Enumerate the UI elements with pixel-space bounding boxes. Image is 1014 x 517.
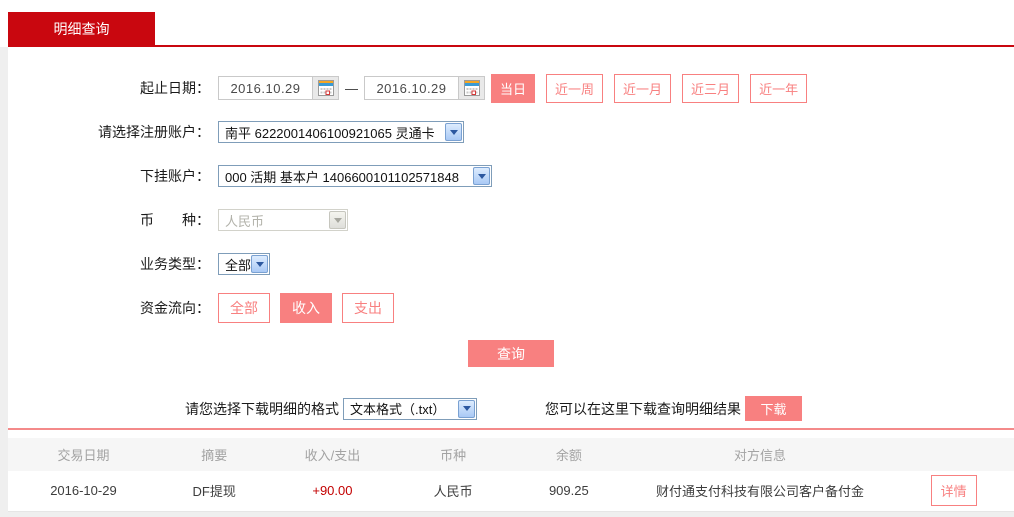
fund-flow-all-button[interactable]: 全部 bbox=[218, 293, 270, 323]
register-account-value: 南平 6222001406100921065 灵通卡 bbox=[225, 125, 435, 141]
register-account-label: 请选择注册账户： bbox=[98, 124, 210, 140]
table-top-divider bbox=[8, 428, 1014, 430]
quick-range-week-button[interactable]: 近一周 bbox=[546, 73, 604, 103]
page-left-gutter bbox=[0, 47, 8, 517]
quick-range-year-button[interactable]: 近一年 bbox=[750, 73, 808, 103]
chevron-down-icon[interactable] bbox=[473, 167, 490, 185]
download-format-label: 请您选择下载明细的格式 bbox=[185, 400, 339, 417]
table-header-actions bbox=[893, 438, 1014, 471]
download-hint: 您可以在这里下载查询明细结果 bbox=[545, 400, 741, 417]
query-panel: 起止日期： 2016.10.29 — 2016.10.29 当日 近一周 近一月… bbox=[8, 47, 1014, 512]
detail-button[interactable]: 详情 bbox=[930, 475, 977, 507]
cell-currency: 人民币 bbox=[395, 471, 511, 512]
cell-transaction-date: 2016-10-29 bbox=[8, 471, 159, 512]
calendar-icon bbox=[463, 80, 480, 96]
fund-flow-label: 资金流向： bbox=[140, 300, 210, 316]
quick-range-month-button[interactable]: 近一月 bbox=[614, 73, 672, 103]
end-date-input[interactable]: 2016.10.29 bbox=[364, 76, 485, 100]
tab-label: 明细查询 bbox=[53, 20, 110, 37]
cell-summary: DF提现 bbox=[158, 471, 270, 512]
sub-account-select[interactable]: 000 活期 基本户 1406600101102571848 bbox=[218, 165, 492, 187]
quick-range-quarter-button[interactable]: 近三月 bbox=[682, 73, 740, 103]
query-form: 起止日期： 2016.10.29 — 2016.10.29 当日 近一周 近一月… bbox=[8, 47, 1014, 421]
calendar-icon bbox=[317, 80, 334, 96]
table-header-balance: 余额 bbox=[510, 438, 627, 471]
download-format-select[interactable]: 文本格式（.txt） bbox=[343, 397, 477, 420]
sub-account-row: 下挂账户： 000 活期 基本户 1406600101102571848 bbox=[8, 164, 1014, 188]
sub-account-value: 000 活期 基本户 1406600101102571848 bbox=[225, 169, 459, 185]
table-header-currency: 币种 bbox=[395, 438, 511, 471]
cell-amount: +90.00 bbox=[269, 471, 396, 512]
sub-account-label: 下挂账户： bbox=[140, 168, 210, 184]
cell-balance: 909.25 bbox=[510, 471, 627, 512]
table-header-amount: 收入/支出 bbox=[269, 438, 396, 471]
chevron-down-icon[interactable] bbox=[458, 399, 475, 418]
fund-flow-income-button[interactable]: 收入 bbox=[280, 293, 332, 323]
table-header-date: 交易日期 bbox=[8, 438, 159, 471]
download-format-value: 文本格式（.txt） bbox=[350, 402, 446, 417]
query-button-row: 查询 bbox=[8, 340, 1014, 367]
start-date-input[interactable]: 2016.10.29 bbox=[218, 76, 339, 100]
chevron-down-icon[interactable] bbox=[251, 255, 268, 273]
quick-range-today-button[interactable]: 当日 bbox=[491, 73, 536, 103]
chevron-down-icon[interactable] bbox=[445, 123, 462, 141]
date-range-row: 起止日期： 2016.10.29 — 2016.10.29 当日 近一周 近一月… bbox=[8, 73, 1014, 103]
end-date-value: 2016.10.29 bbox=[376, 80, 447, 96]
register-account-row: 请选择注册账户： 南平 6222001406100921065 灵通卡 bbox=[8, 120, 1014, 144]
table-header-row: 交易日期 摘要 收入/支出 币种 余额 对方信息 bbox=[8, 438, 1014, 471]
cell-actions: 详情 bbox=[893, 471, 1014, 512]
date-range-separator: — bbox=[345, 80, 358, 96]
cell-counterparty: 财付通支付科技有限公司客户备付金 bbox=[626, 471, 894, 512]
currency-label: 币 种： bbox=[140, 212, 210, 228]
tab-detail-query[interactable]: 明细查询 bbox=[8, 12, 155, 45]
query-button[interactable]: 查询 bbox=[468, 340, 554, 367]
download-row: 请您选择下载明细的格式 文本格式（.txt） 您可以在这里下载查询明细结果 下载 bbox=[185, 396, 1014, 421]
table-header-summary: 摘要 bbox=[158, 438, 270, 471]
transactions-table: 交易日期 摘要 收入/支出 币种 余额 对方信息 2016-10-29 DF提现… bbox=[8, 438, 1014, 512]
table-row: 2016-10-29 DF提现 +90.00 人民币 909.25 财付通支付科… bbox=[8, 471, 1014, 512]
business-type-value: 全部 bbox=[225, 257, 251, 273]
currency-row: 币 种： 人民币 bbox=[8, 208, 1014, 232]
business-type-select[interactable]: 全部 bbox=[218, 253, 270, 275]
chevron-down-icon bbox=[329, 211, 346, 229]
date-range-label: 起止日期： bbox=[140, 80, 210, 96]
end-date-calendar-button[interactable] bbox=[458, 77, 484, 99]
table-header-counterparty: 对方信息 bbox=[626, 438, 894, 471]
currency-value: 人民币 bbox=[225, 213, 265, 229]
fund-flow-row: 资金流向： 全部 收入 支出 bbox=[8, 293, 1014, 323]
currency-select: 人民币 bbox=[218, 209, 348, 231]
business-type-row: 业务类型： 全部 bbox=[8, 252, 1014, 276]
download-button[interactable]: 下载 bbox=[745, 396, 802, 421]
register-account-select[interactable]: 南平 6222001406100921065 灵通卡 bbox=[218, 121, 464, 143]
start-date-calendar-button[interactable] bbox=[312, 77, 338, 99]
start-date-value: 2016.10.29 bbox=[230, 80, 301, 96]
fund-flow-expense-button[interactable]: 支出 bbox=[342, 293, 394, 323]
business-type-label: 业务类型： bbox=[140, 256, 210, 272]
